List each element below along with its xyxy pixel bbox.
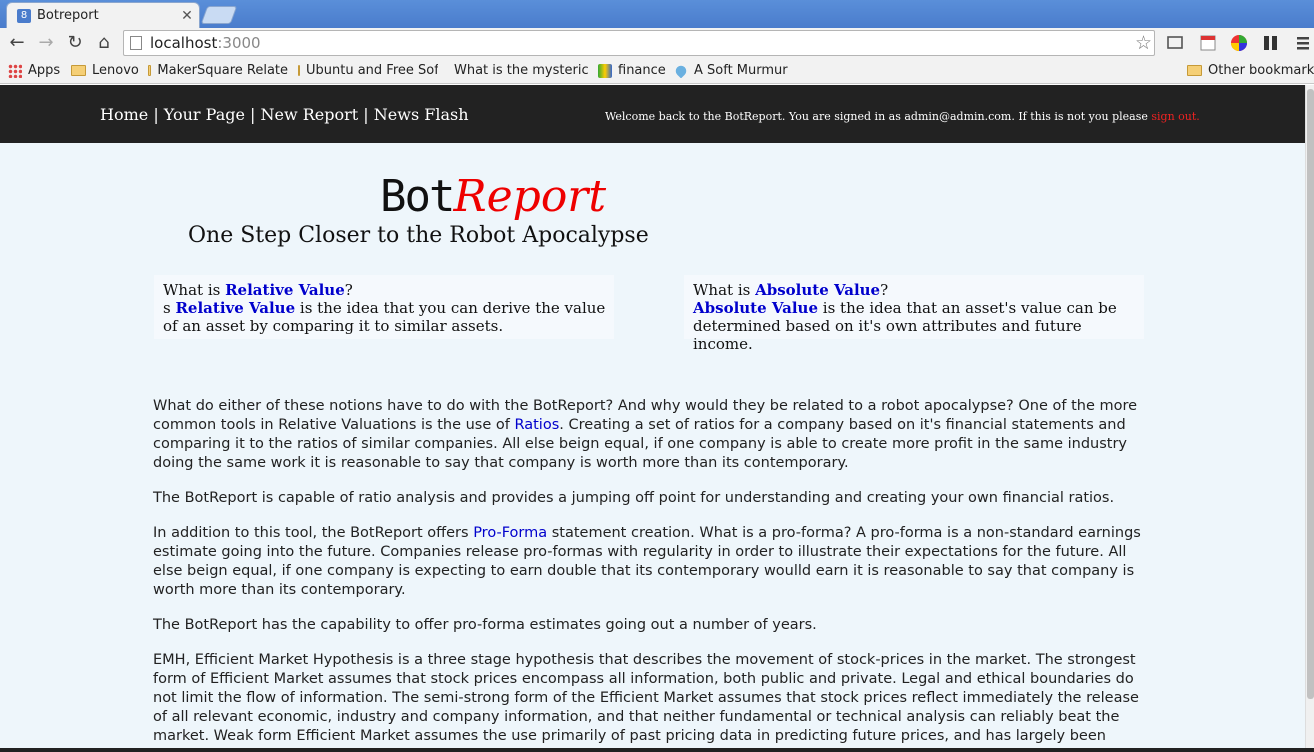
menu-icon[interactable] (1294, 34, 1312, 52)
scrollbar-thumb[interactable] (1307, 89, 1314, 699)
reload-icon[interactable]: ↻ (65, 33, 85, 53)
ratios-link[interactable]: Ratios (514, 417, 559, 433)
bookmark-star-icon[interactable]: ☆ (1135, 32, 1152, 54)
absolute-value-question: What is Absolute Value? (693, 281, 889, 299)
bottom-edge (0, 748, 1314, 752)
pro-forma-link[interactable]: Pro-Forma (473, 525, 547, 541)
bookmark-mysteric[interactable]: What is the mysteric (448, 63, 588, 78)
back-icon[interactable]: ← (7, 33, 27, 53)
article-paragraph: What do either of these notions have to … (153, 398, 1138, 471)
page-icon (130, 36, 142, 50)
bookmark-apps[interactable]: Apps (8, 63, 60, 78)
bookmark-soft-murmur[interactable]: A Soft Murmur (674, 63, 788, 78)
browser-toolbar: ← → ↻ ⌂ localhost:3000 ☆ (0, 28, 1314, 58)
cast-icon[interactable] (1166, 34, 1184, 52)
article-paragraph: EMH, Efficient Market Hypothesis is a th… (153, 652, 1139, 744)
folder-icon (148, 65, 152, 76)
absolute-value-definition: Absolute Value is the idea that an asset… (693, 299, 1117, 353)
browser-tab-strip: 8 Botreport ✕ (0, 0, 1314, 28)
bookmark-finance[interactable]: finance (598, 63, 666, 78)
bookmarks-bar: Apps Lenovo MakerSquare Relate Ubuntu an… (0, 58, 1314, 84)
main-nav: Home | Your Page | New Report | News Fla… (100, 105, 469, 124)
relative-value-card: What is Relative Value? s Relative Value… (154, 275, 614, 339)
article-body: What do either of these notions have to … (153, 397, 1153, 752)
folder-icon (71, 65, 86, 76)
absolute-value-term: Absolute Value (755, 281, 881, 299)
forward-icon[interactable]: → (36, 33, 56, 53)
home-icon[interactable]: ⌂ (94, 33, 114, 53)
botreport-logo: BotReport (380, 171, 607, 222)
folder-icon (298, 65, 300, 76)
nav-home-link[interactable]: Home (100, 105, 148, 124)
url-text: localhost:3000 (150, 34, 261, 52)
folder-icon (1187, 65, 1202, 76)
bookmark-other[interactable]: Other bookmarks (1187, 63, 1314, 78)
bookmark-ubuntu[interactable]: Ubuntu and Free Sof (298, 63, 438, 78)
color-wheel-extension-icon[interactable] (1230, 34, 1248, 52)
welcome-message: Welcome back to the BotReport. You are s… (605, 110, 1200, 123)
nav-separator: | (358, 105, 374, 124)
sign-out-link[interactable]: sign out. (1151, 110, 1199, 123)
new-tab-button[interactable] (200, 6, 238, 24)
tab-favicon-icon: 8 (17, 8, 31, 23)
absolute-value-card: What is Absolute Value? Absolute Value i… (684, 275, 1144, 353)
nav-your-page-link[interactable]: Your Page (164, 105, 245, 124)
page-content: BotReport One Step Closer to the Robot A… (0, 143, 1305, 752)
article-paragraph: The BotReport has the capability to offe… (153, 617, 817, 633)
page-scrollbar[interactable] (1305, 85, 1314, 752)
nav-separator: | (244, 105, 261, 124)
relative-value-term: Relative Value (225, 281, 345, 299)
calendar-extension-icon[interactable] (1199, 34, 1217, 52)
reader-extension-icon[interactable] (1262, 34, 1280, 52)
finance-icon (598, 63, 612, 78)
browser-tab[interactable]: 8 Botreport ✕ (6, 2, 200, 28)
bookmark-makersquare[interactable]: MakerSquare Relate (148, 63, 288, 78)
nav-news-flash-link[interactable]: News Flash (374, 105, 469, 124)
bookmark-lenovo[interactable]: Lenovo (71, 63, 139, 78)
site-header: Home | Your Page | New Report | News Fla… (0, 85, 1305, 143)
relative-value-definition: s Relative Value is the idea that you ca… (163, 299, 606, 335)
nav-separator: | (148, 105, 164, 124)
close-icon[interactable]: ✕ (179, 8, 195, 24)
article-paragraph: The BotReport is capable of ratio analys… (153, 490, 1115, 506)
address-bar[interactable]: localhost:3000 ☆ (123, 30, 1155, 56)
apps-grid-icon (8, 63, 22, 78)
nav-new-report-link[interactable]: New Report (261, 105, 359, 124)
relative-value-question: What is Relative Value? (163, 281, 353, 299)
article-paragraph: In addition to this tool, the BotReport … (153, 525, 1141, 598)
droplet-icon (674, 63, 689, 78)
tagline: One Step Closer to the Robot Apocalypse (188, 223, 649, 248)
tab-title: Botreport (37, 8, 99, 23)
